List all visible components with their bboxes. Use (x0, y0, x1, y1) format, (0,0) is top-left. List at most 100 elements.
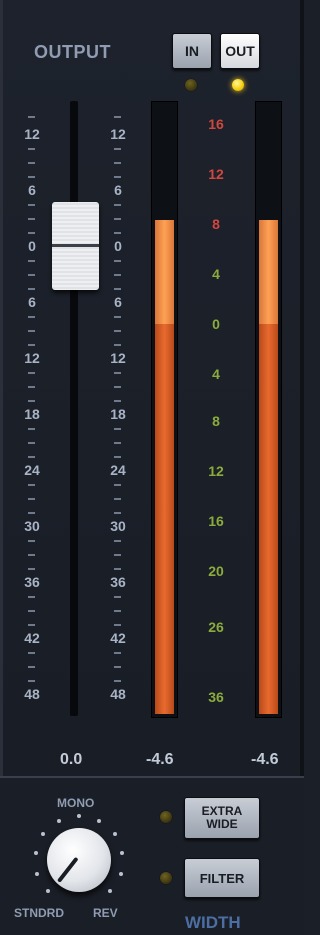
fader-scale-left-minor-tick (28, 372, 35, 374)
fader-scale-right-minor-tick (114, 652, 121, 654)
fader-scale-left-minor-tick (28, 176, 35, 178)
fader-scale-left-label: 42 (24, 630, 40, 646)
fader-scale-right-minor-tick (114, 484, 121, 486)
fader-scale-right-label: 36 (110, 574, 126, 590)
knob-label-rev: REV (93, 906, 118, 920)
fader-scale-right-minor-tick (114, 330, 121, 332)
fader-scale-left-minor-tick (28, 456, 35, 458)
fader-scale-right-minor-tick (114, 316, 121, 318)
meter-left-peak (155, 220, 174, 324)
fader-scale-right-minor-tick (114, 386, 121, 388)
fader-scale-right-minor-tick (114, 568, 121, 570)
knob-label-mono: MONO (57, 796, 95, 810)
fader-scale-right-minor-tick (114, 442, 121, 444)
fader-scale-left-minor-tick (28, 344, 35, 346)
fader-scale-right-minor-tick (114, 204, 121, 206)
fader-scale-left-minor-tick (28, 568, 35, 570)
width-knob[interactable] (47, 828, 111, 892)
fader-scale-left-minor-tick (28, 162, 35, 164)
fader-scale-right-minor-tick (114, 372, 121, 374)
fader-scale-right-minor-tick (114, 456, 121, 458)
meter-left-readout: -4.6 (146, 751, 174, 768)
fader-scale-right-label: 30 (110, 518, 126, 534)
fader-scale-left-label: 0 (28, 238, 36, 254)
knob-scale-dot (33, 851, 38, 856)
fader-scale-left-minor-tick (28, 288, 35, 290)
width-title: WIDTH (185, 913, 241, 932)
fader-scale-right-label: 6 (114, 182, 122, 198)
in-button[interactable]: IN (172, 33, 212, 69)
fader-scale-right-minor-tick (114, 218, 121, 220)
fader-scale-left-minor-tick (28, 386, 35, 388)
fader-scale-left-label: 12 (24, 126, 40, 142)
fader-scale-right-minor-tick (114, 274, 121, 276)
fader-scale-right-label: 24 (110, 462, 126, 478)
fader-scale-left-minor-tick (28, 274, 35, 276)
fader-scale-left-minor-tick (28, 218, 35, 220)
fader-value-readout: 0.0 (60, 751, 83, 768)
fader-scale-left-minor-tick (28, 232, 35, 234)
meter-left (151, 101, 178, 718)
fader-scale-right-minor-tick (114, 540, 121, 542)
fader-scale-right-label: 18 (110, 406, 126, 422)
fader-scale-left-minor-tick (28, 204, 35, 206)
fader-scale-right-minor-tick (114, 116, 121, 118)
meter-db-label: 0 (212, 316, 220, 332)
fader-scale-left-minor-tick (28, 680, 35, 682)
knob-scale-dot (35, 871, 40, 876)
fader-scale-right-minor-tick (114, 260, 121, 262)
fader-scale-right-minor-tick (114, 232, 121, 234)
meter-db-label: 26 (208, 619, 224, 635)
fader-scale-left-minor-tick (28, 512, 35, 514)
knob-scale-dot (57, 818, 62, 823)
fader-scale-right-minor-tick (114, 344, 121, 346)
fader-scale-left-minor-tick (28, 666, 35, 668)
meter-right-fill (259, 324, 278, 714)
output-title: OUTPUT (34, 42, 111, 62)
fader-scale-left: 12 6 0 6 12 18 24 30 36 42 48 (12, 100, 52, 720)
out-button[interactable]: OUT (220, 33, 260, 69)
fader-scale-right-minor-tick (114, 428, 121, 430)
fader-track[interactable] (70, 101, 78, 716)
fader-scale-right-minor-tick (114, 498, 121, 500)
fader-scale-right-minor-tick (114, 610, 121, 612)
extra-wide-button[interactable]: EXTRA WIDE (184, 797, 260, 839)
meter-db-label: 8 (212, 413, 220, 429)
fader-scale-right-minor-tick (114, 400, 121, 402)
fader-scale-left-label: 6 (28, 294, 36, 310)
out-led-indicator (232, 79, 244, 91)
knob-label-stndrd: STNDRD (14, 906, 64, 920)
meter-right-readout: -4.6 (251, 751, 279, 768)
fader-handle-groove (52, 244, 99, 247)
extra-wide-led (160, 811, 172, 823)
knob-scale-dot (77, 814, 81, 818)
in-led-indicator (185, 79, 197, 91)
fader-scale-right-minor-tick (114, 148, 121, 150)
fader-scale-left-label: 18 (24, 406, 40, 422)
knob-scale-dot (45, 889, 50, 894)
fader-scale-left-minor-tick (28, 260, 35, 262)
fader-scale-left-minor-tick (28, 610, 35, 612)
fader-scale-left-label: 30 (24, 518, 40, 534)
fader-scale-left-minor-tick (28, 428, 35, 430)
fader-scale-right-minor-tick (114, 680, 121, 682)
meter-left-fill (155, 324, 174, 714)
fader-scale-left-minor-tick (28, 442, 35, 444)
fader-scale-right-minor-tick (114, 176, 121, 178)
knob-scale-dot (118, 871, 123, 876)
fader-scale-left-label: 12 (24, 350, 40, 366)
fader-scale-left-label: 24 (24, 462, 40, 478)
fader-scale-right-label: 6 (114, 294, 122, 310)
fader-handle[interactable] (52, 202, 99, 290)
fader-scale-right-label: 0 (114, 238, 122, 254)
fader-scale-right-minor-tick (114, 666, 121, 668)
meter-db-label: 12 (208, 166, 224, 182)
knob-scale-dot (112, 832, 117, 837)
meter-db-label: 16 (208, 116, 224, 132)
fader-scale-right: 12 6 0 6 12 18 24 30 36 42 48 (98, 100, 138, 720)
fader-scale-right-minor-tick (114, 624, 121, 626)
knob-scale-dot (96, 818, 101, 823)
fader-scale-left-label: 36 (24, 574, 40, 590)
filter-button[interactable]: FILTER (184, 858, 260, 898)
fader-scale-left-minor-tick (28, 116, 35, 118)
